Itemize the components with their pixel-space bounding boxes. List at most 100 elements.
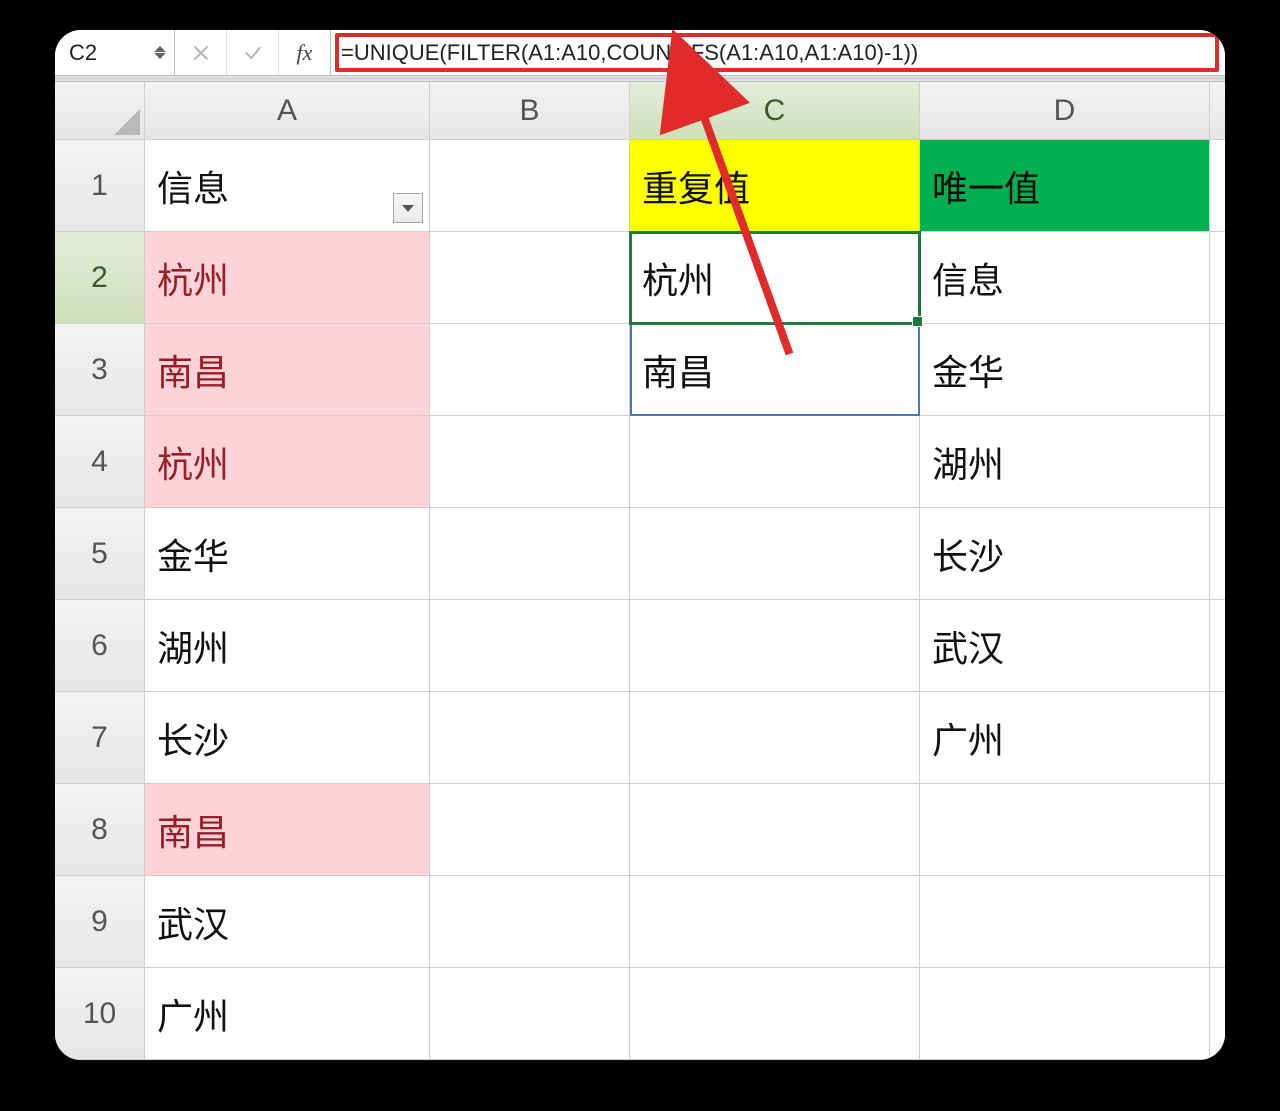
row-head-4[interactable]: 4: [55, 416, 145, 508]
cell-A10[interactable]: 广州: [145, 968, 430, 1060]
cell-extra-8[interactable]: [1210, 784, 1225, 876]
cell-A4[interactable]: 杭州: [145, 416, 430, 508]
cell-value: 杭州: [642, 252, 714, 304]
cell-A8[interactable]: 南昌: [145, 784, 430, 876]
cell-value: 杭州: [157, 436, 229, 488]
cell-C4[interactable]: [630, 416, 920, 508]
cell-C6[interactable]: [630, 600, 920, 692]
fx-icon: fx: [297, 40, 313, 66]
filter-dropdown-button[interactable]: [393, 193, 423, 223]
cell-extra-4[interactable]: [1210, 416, 1225, 508]
cell-value: 金华: [932, 344, 1004, 396]
cell-extra-10[interactable]: [1210, 968, 1225, 1060]
cell-D3[interactable]: 金华: [920, 324, 1210, 416]
col-head-B[interactable]: B: [430, 82, 630, 140]
cell-value: 武汉: [157, 896, 229, 948]
cell-B6[interactable]: [430, 600, 630, 692]
formula-bar: C2 fx: [55, 30, 1225, 76]
col-head-D[interactable]: D: [920, 82, 1210, 140]
cell-A1[interactable]: 信息: [145, 140, 430, 232]
check-icon: [243, 43, 263, 63]
cell-value: 南昌: [642, 344, 714, 396]
cell-C1[interactable]: 重复值: [630, 140, 920, 232]
cell-C5[interactable]: [630, 508, 920, 600]
cell-extra-1[interactable]: [1210, 140, 1225, 232]
cell-C3[interactable]: 南昌: [630, 324, 920, 416]
cell-C8[interactable]: [630, 784, 920, 876]
cell-value: 广州: [932, 712, 1004, 764]
col-head-A[interactable]: A: [145, 82, 430, 140]
row-head-3[interactable]: 3: [55, 324, 145, 416]
cell-D9[interactable]: [920, 876, 1210, 968]
cell-value: 信息: [932, 252, 1004, 304]
name-box[interactable]: C2: [55, 30, 175, 75]
cell-B4[interactable]: [430, 416, 630, 508]
select-all-corner[interactable]: [55, 82, 145, 140]
cell-D5[interactable]: 长沙: [920, 508, 1210, 600]
cell-extra-5[interactable]: [1210, 508, 1225, 600]
cell-B2[interactable]: [430, 232, 630, 324]
cell-D1[interactable]: 唯一值: [920, 140, 1210, 232]
row-head-8[interactable]: 8: [55, 784, 145, 876]
insert-function-button[interactable]: fx: [279, 30, 331, 75]
spreadsheet-window: C2 fx ABCD1信息重复值唯一值2杭州杭州信息3南昌南昌金华4杭州湖州5金…: [55, 30, 1225, 1060]
cell-value: 重复值: [642, 160, 750, 212]
cell-value: 金华: [157, 528, 229, 580]
cell-value: 南昌: [157, 804, 229, 856]
cell-A5[interactable]: 金华: [145, 508, 430, 600]
cell-C7[interactable]: [630, 692, 920, 784]
cell-extra-2[interactable]: [1210, 232, 1225, 324]
cell-B9[interactable]: [430, 876, 630, 968]
cell-B10[interactable]: [430, 968, 630, 1060]
row-head-1[interactable]: 1: [55, 140, 145, 232]
col-head-C[interactable]: C: [630, 82, 920, 140]
cell-B8[interactable]: [430, 784, 630, 876]
cell-A6[interactable]: 湖州: [145, 600, 430, 692]
cell-D8[interactable]: [920, 784, 1210, 876]
row-head-9[interactable]: 9: [55, 876, 145, 968]
cell-A9[interactable]: 武汉: [145, 876, 430, 968]
name-box-value: C2: [69, 40, 97, 66]
cell-extra-6[interactable]: [1210, 600, 1225, 692]
col-head-extra[interactable]: [1210, 82, 1225, 140]
cell-extra-7[interactable]: [1210, 692, 1225, 784]
row-head-6[interactable]: 6: [55, 600, 145, 692]
cell-value: 南昌: [157, 344, 229, 396]
cell-A7[interactable]: 长沙: [145, 692, 430, 784]
cell-A2[interactable]: 杭州: [145, 232, 430, 324]
cell-D4[interactable]: 湖州: [920, 416, 1210, 508]
name-box-stepper[interactable]: [154, 46, 166, 59]
sheet-grid[interactable]: ABCD1信息重复值唯一值2杭州杭州信息3南昌南昌金华4杭州湖州5金华长沙6湖州…: [55, 82, 1225, 1060]
cell-extra-3[interactable]: [1210, 324, 1225, 416]
cell-D2[interactable]: 信息: [920, 232, 1210, 324]
cell-extra-9[interactable]: [1210, 876, 1225, 968]
cell-value: 长沙: [157, 712, 229, 764]
cell-C10[interactable]: [630, 968, 920, 1060]
cell-value: 武汉: [932, 620, 1004, 672]
row-head-5[interactable]: 5: [55, 508, 145, 600]
chevron-down-icon: [154, 53, 166, 59]
cancel-button[interactable]: [175, 30, 227, 75]
cell-value: 信息: [157, 160, 229, 212]
formula-input[interactable]: [331, 30, 1225, 75]
row-head-10[interactable]: 10: [55, 968, 145, 1060]
cell-B7[interactable]: [430, 692, 630, 784]
chevron-up-icon: [154, 46, 166, 52]
close-icon: [191, 43, 211, 63]
cell-D6[interactable]: 武汉: [920, 600, 1210, 692]
cell-B3[interactable]: [430, 324, 630, 416]
row-head-2[interactable]: 2: [55, 232, 145, 324]
cell-value: 广州: [157, 988, 229, 1040]
cell-C2[interactable]: 杭州: [630, 232, 920, 324]
cell-C9[interactable]: [630, 876, 920, 968]
chevron-down-icon: [402, 205, 414, 212]
cell-D10[interactable]: [920, 968, 1210, 1060]
row-head-7[interactable]: 7: [55, 692, 145, 784]
cell-value: 长沙: [932, 528, 1004, 580]
cell-B1[interactable]: [430, 140, 630, 232]
cell-D7[interactable]: 广州: [920, 692, 1210, 784]
accept-button[interactable]: [227, 30, 279, 75]
cell-value: 杭州: [157, 252, 229, 304]
cell-B5[interactable]: [430, 508, 630, 600]
cell-A3[interactable]: 南昌: [145, 324, 430, 416]
